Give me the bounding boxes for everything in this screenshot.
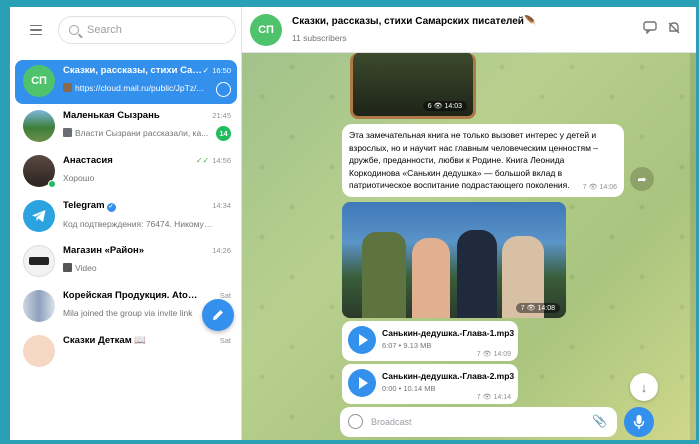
chat-time: Sat <box>219 336 231 345</box>
share-button[interactable]: ➦ <box>630 167 654 191</box>
search-placeholder: Search <box>87 24 122 36</box>
chat-title: Анастасия <box>63 155 113 166</box>
chat-time: 21:45 <box>212 111 231 120</box>
unread-badge: 14 <box>216 126 231 141</box>
chat-item-anastasia[interactable]: Анастасия ✓✓ 14:56 Хорошо <box>15 150 237 194</box>
message-text: Эта замечательная книга не только вызове… <box>349 130 599 190</box>
image-meta: 7 👁 14:08 <box>515 303 560 313</box>
message-meta: 7 👁 14:06 <box>582 183 617 191</box>
image-message[interactable]: 6 👁 14:03 <box>350 53 476 119</box>
scrollbar[interactable] <box>690 53 696 440</box>
thumbnail-icon <box>63 128 72 137</box>
avatar <box>23 290 55 322</box>
online-indicator <box>48 180 56 188</box>
boy-figure <box>412 238 450 318</box>
attach-icon[interactable]: 📎 <box>592 414 607 428</box>
mute-icon[interactable] <box>666 21 682 37</box>
soldier-figure <box>362 232 406 318</box>
pinned-icon <box>216 82 231 97</box>
channel-avatar: СП <box>250 14 282 46</box>
search-input[interactable]: Search <box>58 16 236 44</box>
search-icon <box>69 25 79 35</box>
chat-body: Магазин «Район» 14:26 Video <box>63 245 231 273</box>
video-thumbnail-icon <box>63 263 72 272</box>
boy-figure <box>457 230 497 318</box>
thumbnail-icon <box>63 83 72 92</box>
microphone-icon <box>633 415 645 429</box>
chat-preview: Video <box>63 263 213 273</box>
chat-time: 14:26 <box>212 246 231 255</box>
chat-body: Telegram ✓ 14:34 Код подтверждения: 76474… <box>63 200 231 229</box>
chat-area: СП Сказки, рассказы, стихи Самарских пис… <box>242 7 696 440</box>
chat-title: Магазин «Район» <box>63 245 145 256</box>
message-meta: 7 👁 14:09 <box>476 351 511 358</box>
chat-item-malenkaya-syzran[interactable]: Маленькая Сызрань 21:45 Власти Сызрани р… <box>15 105 237 149</box>
composer: 📎 <box>340 407 617 437</box>
chat-preview: Код подтверждения: 76474. Никому не д... <box>63 219 213 229</box>
subscriber-count: 11 subscribers <box>292 33 347 43</box>
chat-item-magazin-raion[interactable]: Магазин «Район» 14:26 Video <box>15 240 237 284</box>
chat-item-skazki-detkam[interactable]: Сказки Деткам 📖 Sat <box>15 330 237 374</box>
avatar: СП <box>23 65 55 97</box>
chat-body: Маленькая Сызрань 21:45 Власти Сызрани р… <box>63 110 231 141</box>
avatar <box>23 110 55 142</box>
chat-body: Сказки, рассказы, стихи Самар... ✓ 16:50 … <box>63 65 231 97</box>
telegram-window: Search СП Сказки, рассказы, стихи Самар.… <box>10 7 696 440</box>
avatar <box>23 335 55 367</box>
chat-title: Сказки, рассказы, стихи Самар... <box>63 65 203 76</box>
chat-preview: https://cloud.mail.ru/public/JpTz/... <box>63 83 213 93</box>
text-message: Эта замечательная книга не только вызове… <box>342 124 624 197</box>
chat-title: Telegram ✓ <box>63 200 116 212</box>
sidebar-top: Search <box>10 7 241 53</box>
message-meta: 7 👁 14:14 <box>476 394 511 401</box>
comments-icon[interactable] <box>642 21 658 37</box>
double-check-icon: ✓✓ <box>195 156 210 165</box>
sidebar: Search СП Сказки, рассказы, стихи Самар.… <box>10 7 242 440</box>
menu-icon[interactable] <box>22 16 50 44</box>
chat-item-skazki[interactable]: СП Сказки, рассказы, стихи Самар... ✓ 16:… <box>15 60 237 104</box>
chat-body: Сказки Деткам 📖 Sat <box>63 335 231 346</box>
chat-title: Сказки Деткам 📖 <box>63 335 147 346</box>
audio-message: Санькин-дедушка.-Глава-1.mp3 6:07 • 9.13… <box>342 321 518 361</box>
chat-preview: Mila joined the group via invite link <box>63 308 193 318</box>
chat-title: Корейская Продукция. Atomy. LUX. A... <box>63 290 203 301</box>
play-button[interactable] <box>348 326 376 354</box>
audio-title: Санькин-дедушка.-Глава-2.mp3 <box>382 371 515 381</box>
chat-preview: Власти Сызрани рассказали, ка... <box>63 128 213 138</box>
shop-logo-icon <box>23 245 55 277</box>
channel-title: Сказки, рассказы, стихи Самарских писате… <box>292 16 537 27</box>
play-button[interactable] <box>348 369 376 397</box>
audio-info: 6:07 • 9.13 MB <box>382 341 432 350</box>
audio-message: Санькин-дедушка.-Глава-2.mp3 0:00 • 10.1… <box>342 364 518 404</box>
chat-item-telegram[interactable]: Telegram ✓ 14:34 Код подтверждения: 76474… <box>15 195 237 239</box>
chat-preview: Хорошо <box>63 173 95 183</box>
image-message[interactable]: 7 👁 14:08 <box>342 202 566 318</box>
chat-time: ✓✓ 14:56 <box>195 156 231 165</box>
chat-header[interactable]: СП Сказки, рассказы, стихи Самарских пис… <box>242 7 696 53</box>
telegram-logo-icon <box>23 200 55 232</box>
microphone-button[interactable] <box>624 407 654 437</box>
broadcast-input[interactable] <box>371 413 581 431</box>
emoji-icon[interactable] <box>348 414 363 429</box>
double-check-icon: ✓ <box>202 66 210 75</box>
scroll-down-button[interactable]: ↓ <box>630 373 658 401</box>
verified-icon: ✓ <box>106 203 116 212</box>
audio-info: 0:00 • 10.14 MB <box>382 384 436 393</box>
chat-time: 14:34 <box>212 201 231 210</box>
new-message-button[interactable] <box>202 299 234 331</box>
pencil-icon <box>213 310 223 320</box>
chat-title: Маленькая Сызрань <box>63 110 160 121</box>
chat-body: Анастасия ✓✓ 14:56 Хорошо <box>63 155 231 183</box>
audio-title: Санькин-дедушка.-Глава-1.mp3 <box>382 328 515 338</box>
chat-time: ✓ 16:50 <box>202 66 231 75</box>
image-meta: 6 👁 14:03 <box>422 101 467 111</box>
